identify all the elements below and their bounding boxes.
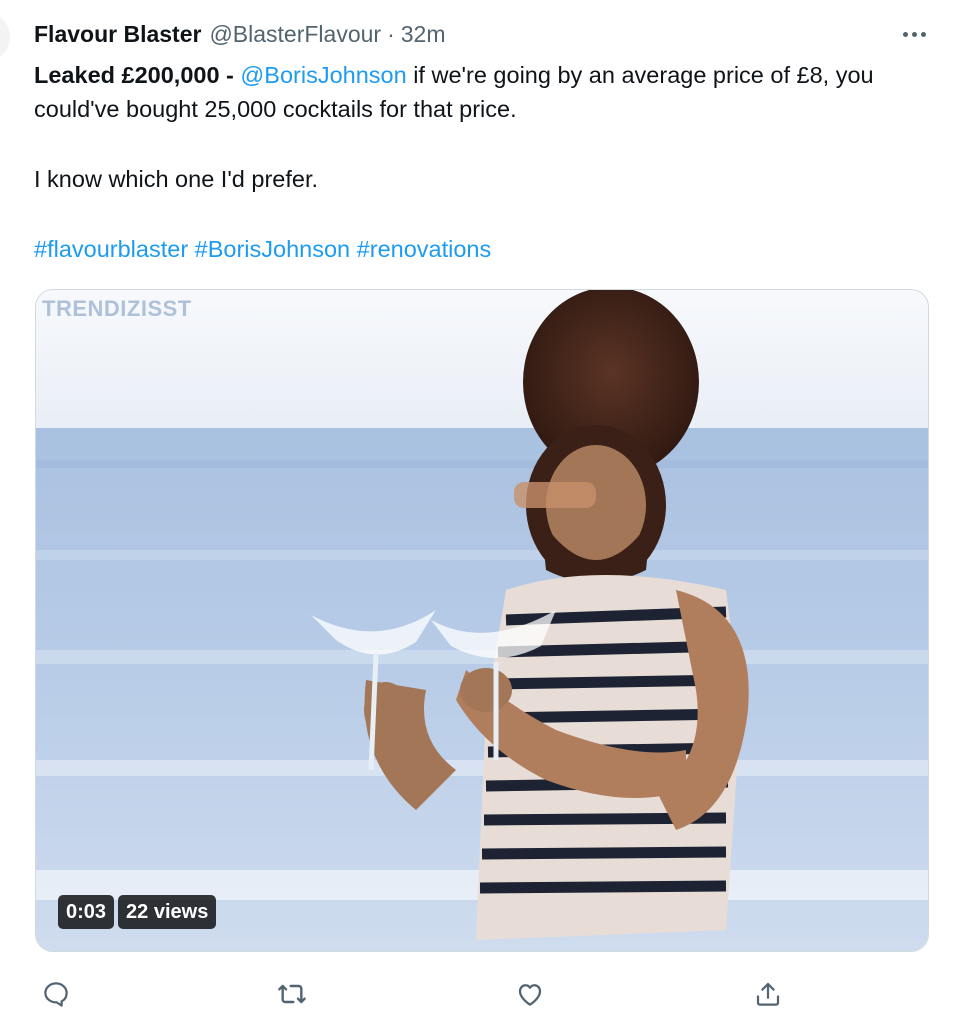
watermark: TRENDIZISST (42, 296, 192, 321)
mention-link[interactable]: @BorisJohnson (240, 62, 406, 88)
lead-text: Leaked £200,000 - (34, 62, 241, 88)
reply-button[interactable] (34, 972, 78, 1016)
action-bar (34, 972, 794, 1016)
more-dots-icon[interactable] (896, 18, 932, 50)
separator: · (387, 20, 395, 47)
view-count: 22 views (118, 895, 217, 929)
share-button[interactable] (746, 972, 790, 1016)
tweet: Flavour Blaster @BlasterFlavour · 32m Le… (0, 0, 962, 1030)
hashtag-link[interactable]: #BorisJohnson (195, 236, 350, 262)
display-name[interactable]: Flavour Blaster (34, 21, 201, 48)
retweet-icon (278, 984, 306, 1004)
like-button[interactable] (508, 972, 552, 1016)
tweet-paragraph-1: Leaked £200,000 - @BorisJohnson if we're… (34, 58, 934, 126)
handle[interactable]: @BlasterFlavour (209, 21, 381, 48)
video-overlay: 0:03 22 views (58, 895, 217, 929)
tweet-paragraph-2: I know which one I'd prefer. (34, 166, 319, 192)
avatar[interactable] (0, 12, 10, 62)
tweet-header: Flavour Blaster @BlasterFlavour · 32m (34, 18, 932, 50)
reply-icon (44, 982, 68, 1007)
retweet-button[interactable] (270, 972, 314, 1016)
share-icon (756, 982, 780, 1006)
video-frame (36, 290, 928, 951)
tweet-text: Leaked £200,000 - @BorisJohnson if we're… (34, 58, 934, 266)
hashtag-link[interactable]: #renovations (357, 236, 492, 262)
timestamp[interactable]: 32m (401, 21, 446, 48)
hashtags: #flavourblaster #BorisJohnson #renovatio… (34, 232, 934, 266)
video-player[interactable]: TRENDIZISST 0:03 22 views (35, 289, 929, 952)
hashtag-link[interactable]: #flavourblaster (34, 236, 188, 262)
video-duration: 0:03 (58, 895, 115, 929)
like-icon (518, 984, 542, 1006)
